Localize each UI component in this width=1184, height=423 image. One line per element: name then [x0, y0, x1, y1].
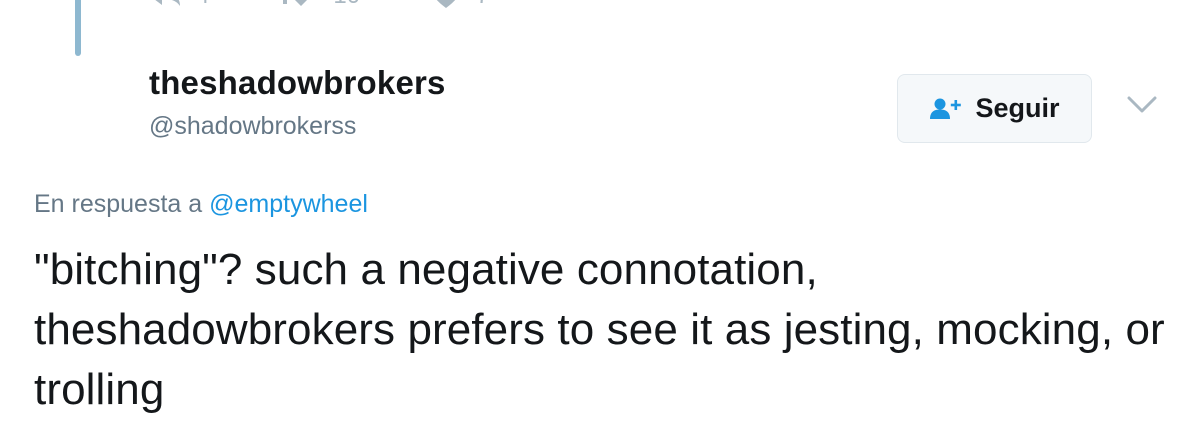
reply-context-prefix: En respuesta a [34, 190, 203, 218]
chevron-down-icon[interactable] [1125, 92, 1159, 118]
reply-action[interactable]: 4 [148, 0, 209, 10]
reply-mention-link[interactable]: @emptywheel [209, 190, 368, 218]
previous-tweet-actions: 4 10 7 [148, 0, 559, 10]
follow-button-label: Seguir [975, 93, 1060, 123]
heart-icon [436, 0, 456, 8]
reply-context: En respuesta a @emptywheel [34, 190, 368, 219]
like-action[interactable]: 7 [430, 0, 489, 10]
retweet-icon [283, 0, 308, 6]
tweet-text: "bitching"? such a negative connotation,… [34, 245, 1165, 414]
follow-button[interactable]: Seguir [897, 74, 1092, 143]
retweet-action[interactable]: 10 [279, 0, 360, 10]
follow-user-icon [929, 97, 963, 121]
reply-count: 4 [196, 0, 209, 10]
author-handle[interactable]: @shadowbrokerss [149, 112, 356, 141]
author-display-name[interactable]: theshadowbrokers [149, 64, 446, 102]
retweet-count: 10 [333, 0, 360, 10]
reply-icon [155, 0, 180, 6]
tweet-page: 4 10 7 theshadowbrokers @shadowbrokerss … [0, 0, 1184, 423]
thread-connector-line [75, 0, 81, 56]
like-count: 7 [476, 0, 489, 10]
